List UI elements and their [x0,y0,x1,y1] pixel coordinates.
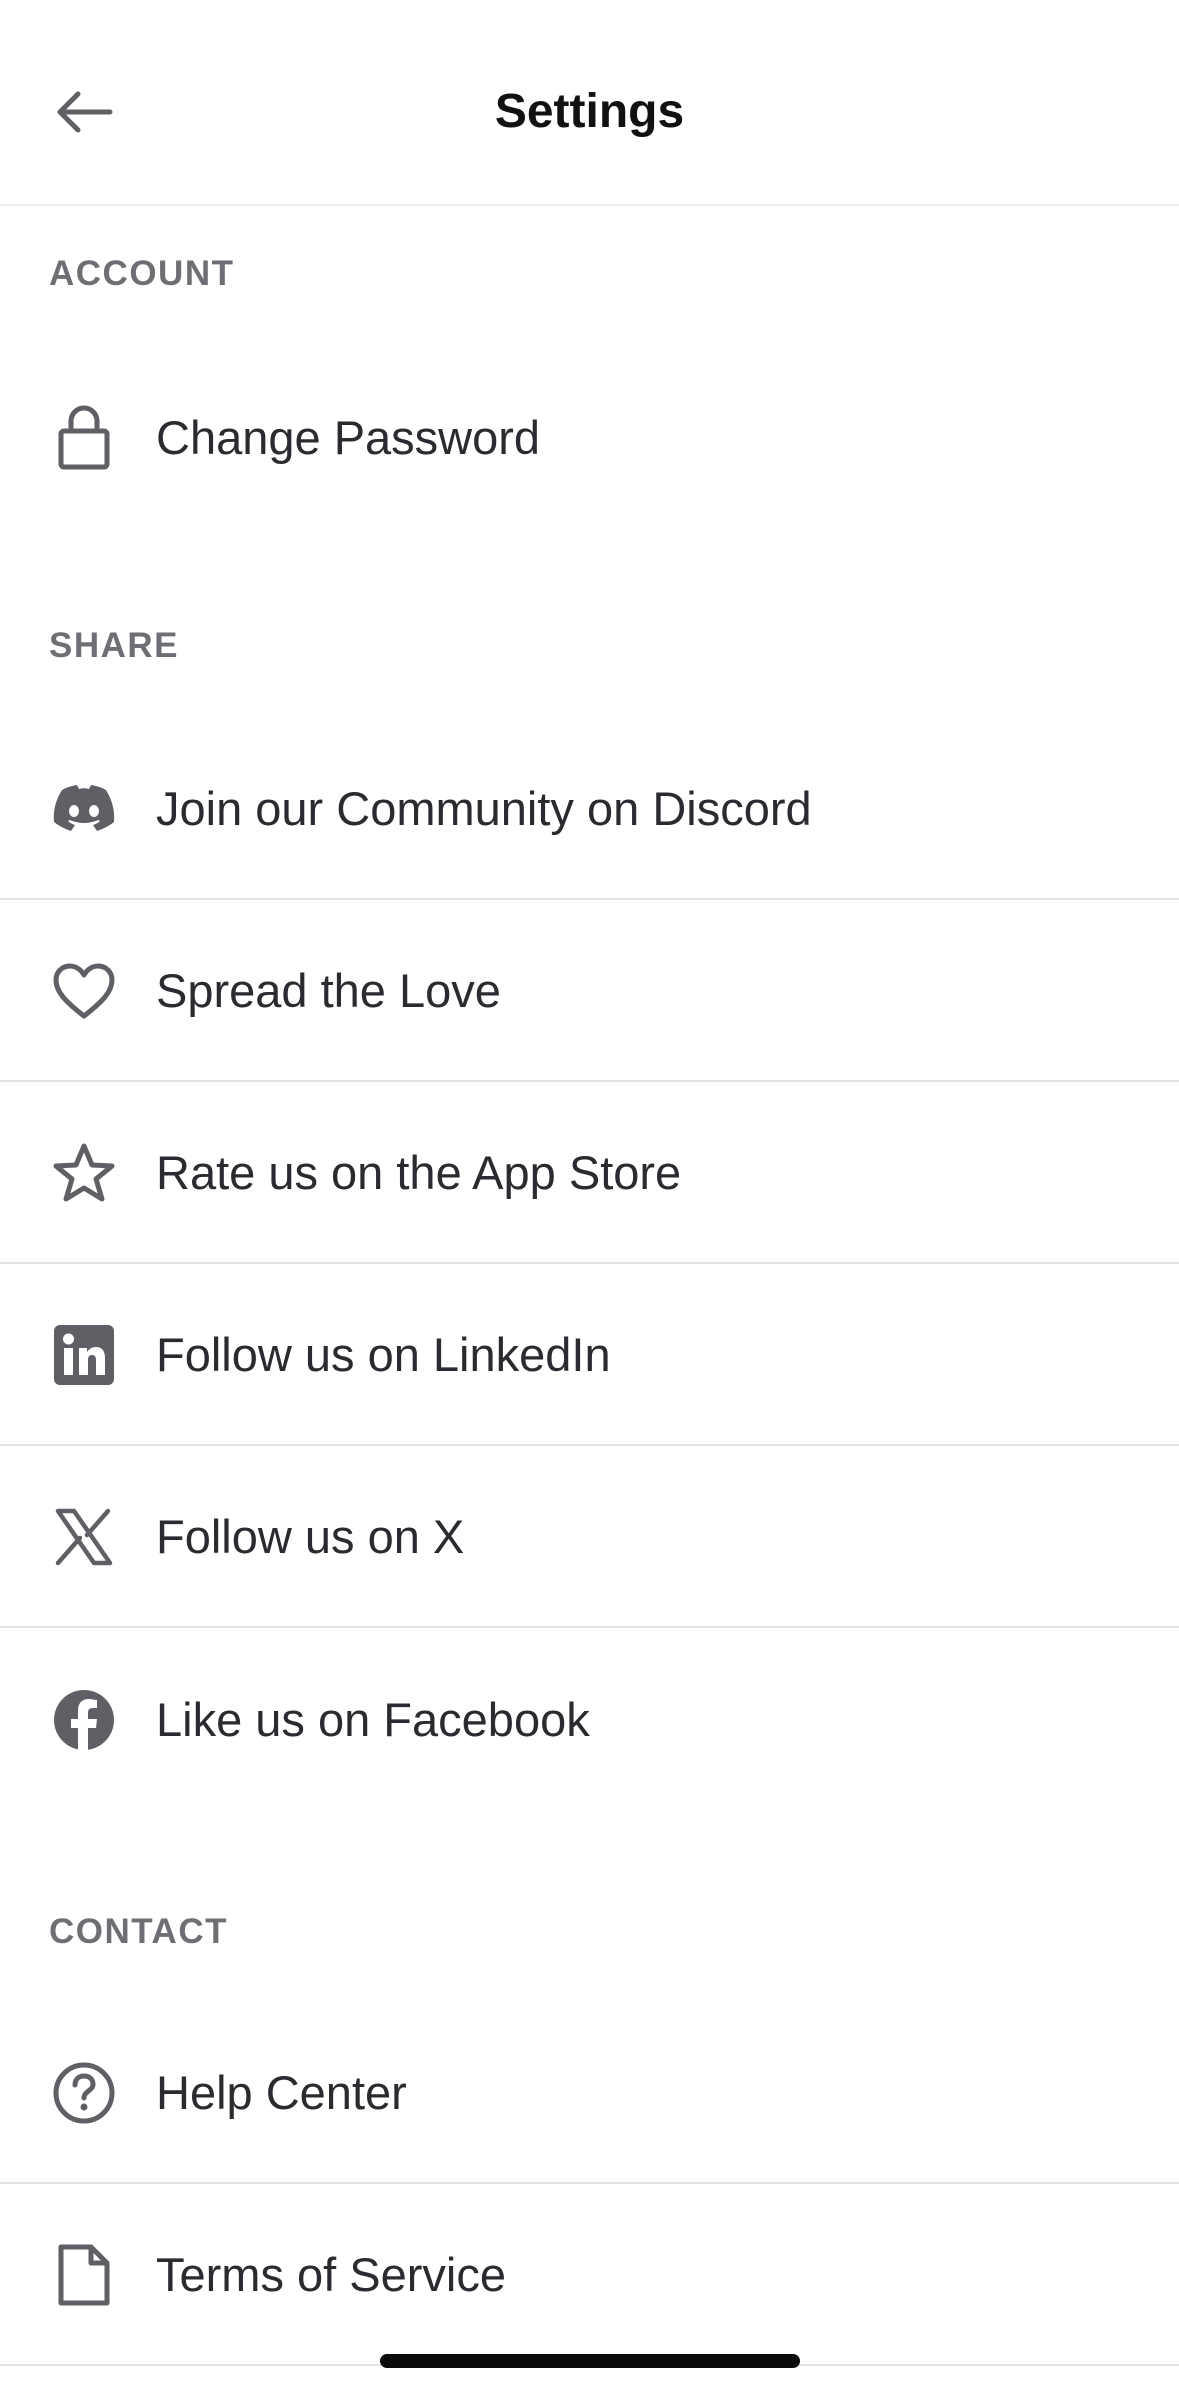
linkedin-label: Follow us on LinkedIn [156,1328,611,1381]
x-icon [48,1501,120,1573]
top-bar: Settings [0,0,1179,206]
document-icon [48,2239,120,2311]
facebook-icon [48,1684,120,1756]
facebook-label: Like us on Facebook [156,1693,590,1746]
help-center-row[interactable]: Help Center [0,2004,1179,2184]
change-password-row[interactable]: Change Password [0,348,1179,528]
follow-x-label: Follow us on X [156,1510,465,1563]
star-icon [48,1137,120,1209]
rate-app-label: Rate us on the App Store [156,1146,682,1199]
section-header-contact: CONTACT [49,1912,228,1951]
lock-icon [48,402,120,474]
help-circle-icon [48,2057,120,2129]
terms-label: Terms of Service [156,2248,506,2301]
section-header-share: SHARE [49,626,180,665]
rate-app-row[interactable]: Rate us on the App Store [0,1084,1179,1264]
linkedin-icon [48,1319,120,1391]
discord-row[interactable]: Join our Community on Discord [0,720,1179,900]
change-password-label: Change Password [156,411,541,464]
spread-love-label: Spread the Love [156,964,501,1017]
discord-label: Join our Community on Discord [156,782,812,835]
spread-love-row[interactable]: Spread the Love [0,902,1179,1082]
follow-x-row[interactable]: Follow us on X [0,1448,1179,1628]
facebook-row[interactable]: Like us on Facebook [0,1630,1179,1810]
linkedin-row[interactable]: Follow us on LinkedIn [0,1266,1179,1446]
terms-row[interactable]: Terms of Service [0,2186,1179,2366]
section-header-account: ACCOUNT [49,254,235,293]
page-title: Settings [494,85,685,138]
help-center-label: Help Center [156,2066,407,2119]
home-indicator[interactable] [380,2354,800,2368]
heart-icon [48,955,120,1027]
discord-icon [48,773,120,845]
